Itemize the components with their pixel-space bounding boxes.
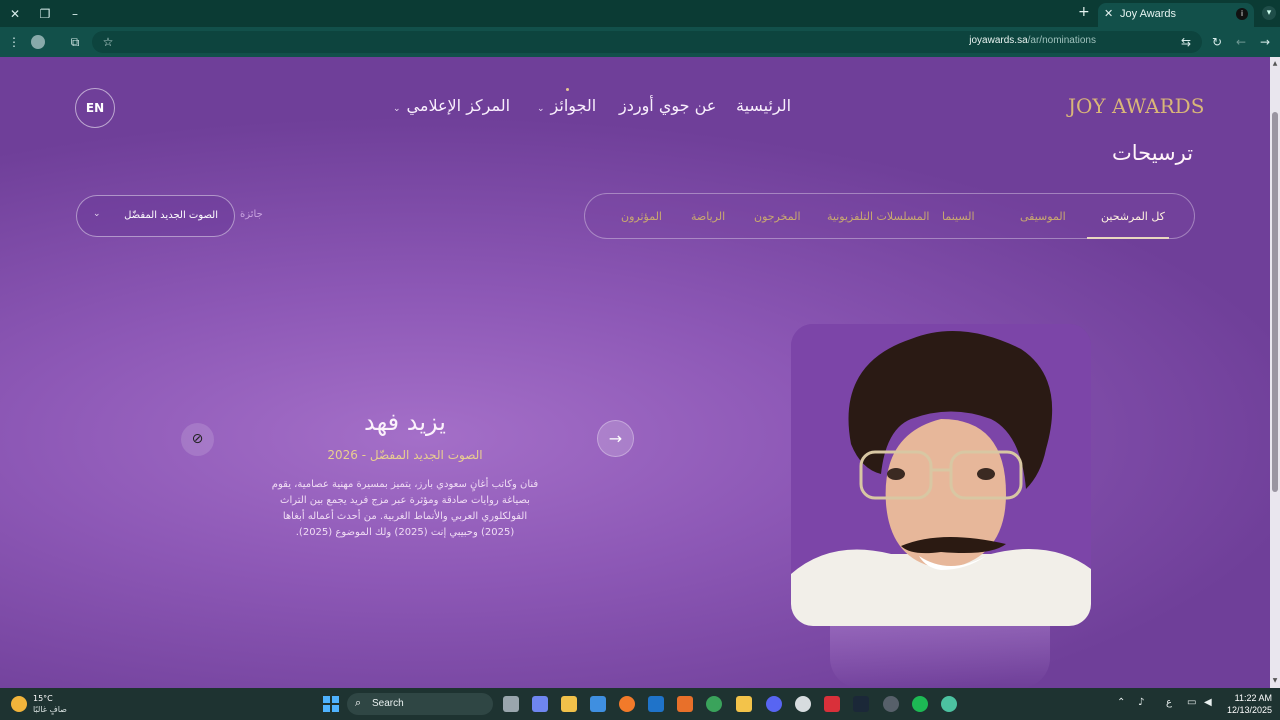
url-text: joyawards.sa/ar/nominations — [969, 35, 1096, 46]
copilot-icon[interactable] — [532, 696, 548, 712]
tab-search-icon[interactable]: ▾ — [1262, 6, 1276, 20]
site-logo[interactable]: JOY AWARDS — [1068, 94, 1204, 118]
url-path: /ar/nominations — [1027, 35, 1096, 46]
url-host: joyawards.sa — [969, 35, 1028, 46]
tab-cinema[interactable]: السينما — [942, 210, 975, 223]
clock-time: 11:22 AM — [1234, 693, 1272, 703]
extensions-icon[interactable]: ⧉ — [67, 34, 83, 50]
address-bar[interactable]: ☆ joyawards.sa/ar/nominations ⇆ — [92, 31, 1202, 53]
taskbar-clock[interactable]: 11:22 AM 12/13/2025 — [1222, 692, 1272, 716]
search-icon: ⌕ — [355, 696, 362, 709]
spotify-icon[interactable] — [912, 696, 928, 712]
award-select[interactable]: الصوت الجديد المفضّل ⌄ — [76, 195, 235, 237]
chrome-icon[interactable] — [706, 696, 722, 712]
category-tabs: كل المرشحين الموسيقى السينما المسلسلات ا… — [584, 193, 1195, 239]
reload-icon[interactable]: ↻ — [1209, 34, 1225, 50]
language-toggle-button[interactable]: EN — [75, 88, 115, 128]
restore-window-icon[interactable]: ❐ — [36, 5, 54, 23]
notes-icon[interactable] — [736, 696, 752, 712]
weather-sun-icon — [11, 696, 27, 712]
network-icon[interactable]: ▭ — [1187, 697, 1196, 708]
taskbar-search[interactable]: ⌕ Search — [347, 693, 493, 715]
chevron-down-icon: ⌄ — [537, 104, 545, 114]
award-filter-label: جائزة — [240, 209, 263, 220]
steam-icon[interactable] — [853, 696, 869, 712]
search-label: Search — [372, 698, 404, 709]
tab-all-nominees[interactable]: كل المرشحين — [1101, 210, 1165, 223]
prev-disabled-icon[interactable]: ⊘ — [181, 423, 214, 456]
site-settings-icon[interactable]: ⇆ — [1178, 34, 1194, 50]
chevron-down-icon: ⌄ — [93, 209, 101, 219]
forward-arrow-icon[interactable]: → — [1257, 34, 1273, 50]
nav-media-label: المركز الإعلامي — [406, 96, 511, 115]
bookmark-star-icon[interactable]: ☆ — [100, 34, 116, 50]
nav-about[interactable]: عن جوي أوردز — [619, 96, 716, 115]
windows-start-icon[interactable] — [323, 696, 339, 712]
weather-condition: صافٍ غالبًا — [33, 705, 67, 714]
scrollbar-thumb[interactable] — [1272, 112, 1278, 492]
menu-dots-icon[interactable]: ⋮ — [6, 34, 22, 50]
award-select-value: الصوت الجديد المفضّل — [124, 210, 218, 221]
minimize-window-icon[interactable]: – — [66, 5, 84, 23]
tab-title: Joy Awards — [1120, 8, 1177, 20]
weather-temperature: 15°C — [33, 694, 53, 703]
nav-media[interactable]: المركز الإعلامي ⌄ — [393, 96, 510, 115]
tab-music[interactable]: الموسيقى — [1020, 210, 1066, 223]
close-window-icon[interactable]: ✕ — [6, 5, 24, 23]
nav-home[interactable]: الرئيسية — [736, 96, 791, 115]
outlook-icon[interactable] — [648, 696, 664, 712]
tab-favicon-icon: i — [1236, 8, 1248, 20]
next-arrow-button[interactable]: → — [597, 420, 634, 457]
scroll-down-icon[interactable]: ▼ — [1271, 677, 1279, 684]
active-tab-underline — [1087, 237, 1169, 239]
nav-awards[interactable]: الجوائز ⌄ — [537, 96, 596, 115]
profile-avatar[interactable] — [31, 35, 45, 49]
chevron-down-icon: ⌄ — [393, 104, 401, 114]
tab-directors[interactable]: المخرجون — [754, 210, 801, 223]
discord-icon[interactable] — [766, 696, 782, 712]
app-a-icon[interactable] — [677, 696, 693, 712]
nominee-photo — [791, 324, 1091, 626]
browser-tab-bar: ✕ ❐ – + ✕ Joy Awards i ▾ — [0, 0, 1280, 27]
store-icon[interactable] — [590, 696, 606, 712]
nominee-description: فنان وكاتب أغانٍ سعودي بارز، يتميز بمسير… — [271, 479, 539, 538]
tab-influencers[interactable]: المؤثرون — [621, 210, 662, 223]
file-explorer-icon[interactable] — [561, 696, 577, 712]
tab-tv-series[interactable]: المسلسلات التلفزيونية — [827, 210, 929, 223]
nominee-name: يزيد فهد — [364, 408, 446, 436]
page-content: JOY AWARDS الرئيسية عن جوي أوردز الجوائز… — [0, 57, 1270, 688]
input-language[interactable]: ع — [1166, 697, 1172, 708]
settings-gear-icon[interactable] — [795, 696, 811, 712]
nominee-category: الصوت الجديد المفضّل - 2026 — [327, 448, 483, 462]
chrome-alt-icon[interactable] — [941, 696, 957, 712]
volume-icon[interactable]: ◀ — [1204, 697, 1212, 708]
github-icon[interactable] — [883, 696, 899, 712]
close-tab-icon[interactable]: ✕ — [1104, 3, 1113, 25]
microphone-icon[interactable]: ♪ — [1138, 697, 1144, 708]
browser-toolbar: ⋮ ⧉ ☆ joyawards.sa/ar/nominations ⇆ ↻ ← … — [0, 27, 1280, 57]
new-tab-button[interactable]: + — [1078, 4, 1090, 20]
page-title: ترسيحات — [1112, 141, 1194, 165]
tab-sports[interactable]: الرياضة — [691, 210, 725, 223]
windows-taskbar: 15°C صافٍ غالبًا ⌕ Search ⌃ ♪ ع ▭ ◀ 11:2… — [0, 688, 1280, 720]
firefox-icon[interactable] — [619, 696, 635, 712]
browser-tab[interactable]: ✕ Joy Awards i — [1098, 3, 1254, 27]
red-app-icon[interactable] — [824, 696, 840, 712]
task-view-icon[interactable] — [503, 696, 519, 712]
nav-indicator-dot — [566, 88, 569, 91]
back-arrow-icon[interactable]: ← — [1233, 34, 1249, 50]
nav-awards-label: الجوائز — [550, 96, 597, 115]
photo-reflection — [830, 626, 1050, 688]
clock-date: 12/13/2025 — [1226, 705, 1272, 715]
tray-overflow-icon[interactable]: ⌃ — [1117, 697, 1125, 708]
scroll-up-icon[interactable]: ▲ — [1271, 60, 1279, 67]
page-scrollbar[interactable]: ▲ ▼ — [1270, 57, 1280, 688]
